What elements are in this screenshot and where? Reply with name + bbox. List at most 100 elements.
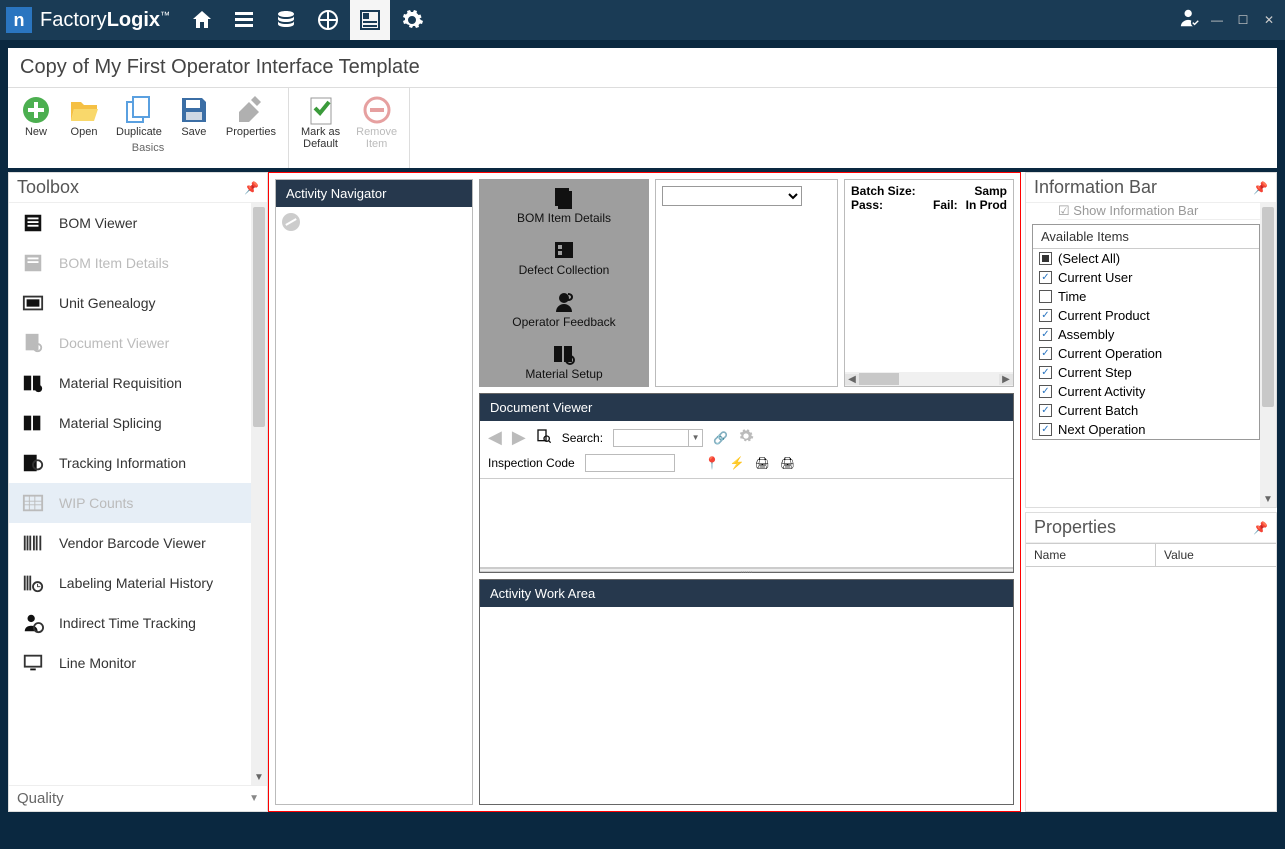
toolbox-item[interactable]: Unit Genealogy [9, 283, 251, 323]
search-label: Search: [562, 431, 603, 445]
dropdown-pane[interactable] [655, 179, 838, 387]
drop-target-item[interactable]: Material Setup [479, 335, 649, 387]
available-item-row[interactable]: Assembly [1033, 325, 1259, 344]
save-button[interactable]: Save [172, 92, 216, 140]
available-item-row[interactable]: Current Operation [1033, 344, 1259, 363]
drop-item-icon [549, 289, 579, 315]
open-button[interactable]: Open [62, 92, 106, 140]
search-input[interactable]: ▼ [613, 429, 703, 447]
nav-settings-icon[interactable] [392, 0, 432, 40]
available-item-label: Current Product [1058, 308, 1150, 323]
checkbox[interactable] [1039, 252, 1052, 265]
link-icon[interactable]: 🔗 [713, 431, 728, 445]
titlebar: n FactoryLogix™ — ☐ ✕ [0, 0, 1285, 40]
user-icon[interactable] [1179, 7, 1201, 34]
checkbox[interactable] [1039, 309, 1052, 322]
toolbox-item[interactable]: Vendor Barcode Viewer [9, 523, 251, 563]
toolbox-item[interactable]: Material Splicing [9, 403, 251, 443]
batch-hscroll[interactable]: ◀▶ [845, 372, 1013, 386]
toolbox-item[interactable]: Material Requisition [9, 363, 251, 403]
pin-icon[interactable]: 📌 [1253, 181, 1268, 195]
print2-icon[interactable]: 🖨 [780, 456, 795, 470]
pin-icon[interactable]: 📌 [244, 181, 259, 195]
batch-info-pane[interactable]: Batch Size:Samp Pass:Fail:In Prod ◀▶ [844, 179, 1014, 387]
checkbox[interactable] [1039, 290, 1052, 303]
drop-item-label: Operator Feedback [512, 315, 615, 329]
splitter[interactable]: ⋯⋯ [480, 568, 1013, 572]
checkbox[interactable] [1039, 271, 1052, 284]
available-item-label: Next Operation [1058, 422, 1145, 437]
toolbox-item-icon [19, 491, 47, 515]
drop-target-list[interactable]: BOM Item DetailsDefect Collection Operato… [479, 179, 649, 387]
doc-search-icon[interactable] [536, 428, 552, 447]
page-title: Copy of My First Operator Interface Temp… [8, 48, 1277, 87]
infobar-scrollbar[interactable]: ▲▼ [1260, 203, 1276, 507]
duplicate-button[interactable]: Duplicate [110, 92, 168, 140]
activity-work-area-pane[interactable]: Activity Work Area [479, 579, 1014, 805]
toolbox-item-label: Unit Genealogy [59, 295, 156, 311]
toolbox-item[interactable]: Line Monitor [9, 643, 251, 683]
new-button[interactable]: New [14, 92, 58, 140]
nav-list-icon[interactable] [224, 0, 264, 40]
drop-item-icon [549, 185, 579, 211]
toolbox-item[interactable]: Tracking Information [9, 443, 251, 483]
toolbox-scrollbar[interactable]: ▲▼ [251, 203, 267, 785]
checkbox[interactable] [1039, 347, 1052, 360]
checkbox[interactable] [1039, 423, 1052, 436]
drop-target-item[interactable]: BOM Item Details [479, 179, 649, 231]
available-item-label: Current User [1058, 270, 1132, 285]
show-information-bar-row[interactable]: ☑ Show Information Bar [1058, 203, 1260, 220]
available-item-label: Current Activity [1058, 384, 1145, 399]
nav-globe-icon[interactable] [308, 0, 348, 40]
available-item-label: Time [1058, 289, 1086, 304]
activity-navigator-pane[interactable]: Activity Navigator [275, 179, 473, 805]
document-viewer-pane[interactable]: Document Viewer ◀ ▶ Search: ▼ 🔗 Inspecti… [479, 393, 1014, 573]
drop-target-item[interactable]: Defect Collection [479, 231, 649, 283]
properties-button[interactable]: Properties [220, 92, 282, 140]
inspection-code-input[interactable] [585, 454, 675, 472]
toolbox-item-label: Material Requisition [59, 375, 182, 391]
available-item-row[interactable]: (Select All) [1033, 249, 1259, 268]
pin-icon[interactable]: 📌 [1253, 521, 1268, 535]
toolbox-item-label: BOM Item Details [59, 255, 169, 271]
measure-icon[interactable]: 📍 [705, 456, 720, 470]
nav-home-icon[interactable] [182, 0, 222, 40]
design-canvas[interactable]: Activity Navigator BOM Item DetailsDefec… [268, 172, 1021, 812]
checkbox[interactable] [1039, 404, 1052, 417]
window-restore[interactable]: ☐ [1233, 10, 1253, 30]
available-item-row[interactable]: Next Operation [1033, 420, 1259, 439]
available-item-row[interactable]: Current Step [1033, 363, 1259, 382]
toolbox-item-label: WIP Counts [59, 495, 133, 511]
available-item-row[interactable]: Current Product [1033, 306, 1259, 325]
nav-forward-icon[interactable]: ▶ [512, 427, 526, 448]
properties-header-row: Name Value [1026, 543, 1276, 567]
toolbox-item[interactable]: Labeling Material History [9, 563, 251, 603]
window-minimize[interactable]: — [1207, 10, 1227, 30]
toolbox-item[interactable]: BOM Viewer [9, 203, 251, 243]
print-icon[interactable]: 🖨 [755, 456, 770, 470]
toolbox-group-quality[interactable]: Quality▼ [9, 785, 267, 811]
nav-db-icon[interactable] [266, 0, 306, 40]
checkbox[interactable] [1039, 385, 1052, 398]
checkbox[interactable] [1039, 366, 1052, 379]
nav-template-icon[interactable] [350, 0, 390, 40]
available-item-row[interactable]: Current Batch [1033, 401, 1259, 420]
drop-target-item[interactable]: Operator Feedback [479, 283, 649, 335]
gear-icon[interactable] [738, 428, 754, 447]
defect-icon[interactable]: ⚡ [730, 456, 745, 470]
toolbox-item[interactable]: Indirect Time Tracking [9, 603, 251, 643]
nav-back-icon[interactable]: ◀ [488, 427, 502, 448]
available-item-label: Current Step [1058, 365, 1132, 380]
available-item-row[interactable]: Time [1033, 287, 1259, 306]
available-item-label: Current Batch [1058, 403, 1138, 418]
document-viewer-body [480, 478, 1013, 568]
available-item-label: Assembly [1058, 327, 1114, 342]
pane-dropdown[interactable] [662, 186, 802, 206]
window-close[interactable]: ✕ [1259, 10, 1279, 30]
available-item-row[interactable]: Current Activity [1033, 382, 1259, 401]
inspection-code-label: Inspection Code [488, 456, 575, 470]
checkbox[interactable] [1039, 328, 1052, 341]
toolbox-item-label: Vendor Barcode Viewer [59, 535, 206, 551]
available-item-row[interactable]: Current User [1033, 268, 1259, 287]
mark-default-button[interactable]: Mark asDefault [295, 92, 346, 152]
